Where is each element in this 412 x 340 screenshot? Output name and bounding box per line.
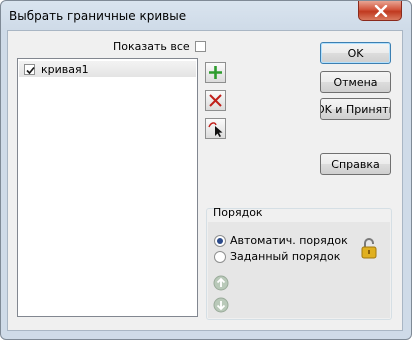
radio-auto-order-button[interactable]: [214, 234, 226, 247]
show-all-label: Показать все: [113, 40, 190, 53]
delete-curve-button[interactable]: [205, 90, 226, 111]
radio-auto-order[interactable]: Автоматич. порядок: [214, 234, 348, 247]
show-all-row[interactable]: Показать все: [113, 40, 206, 53]
curve-label: кривая1: [41, 62, 89, 76]
window-title: Выбрать граничные кривые: [9, 9, 187, 23]
show-all-checkbox[interactable]: [194, 41, 206, 52]
radio-set-order-button[interactable]: [214, 250, 226, 263]
checkmark-icon: [26, 66, 35, 74]
ok-apply-button[interactable]: OK и Принять: [320, 98, 391, 120]
move-up-button[interactable]: [213, 275, 229, 291]
plus-icon: [209, 66, 222, 79]
curve-checkbox[interactable]: [24, 63, 35, 75]
radio-set-order[interactable]: Заданный порядок: [214, 250, 340, 263]
cancel-button[interactable]: Отмена: [320, 71, 391, 93]
help-button[interactable]: Справка: [320, 153, 391, 175]
curves-listbox[interactable]: кривая1: [17, 58, 198, 317]
close-icon: [374, 5, 388, 17]
radio-auto-order-label: Автоматич. порядок: [230, 234, 348, 247]
close-button[interactable]: [358, 1, 402, 21]
ok-button[interactable]: OK: [320, 42, 391, 64]
lock-icon[interactable]: [360, 237, 378, 262]
radio-set-order-label: Заданный порядок: [230, 250, 341, 263]
list-item[interactable]: кривая1: [19, 61, 196, 77]
arrow-up-icon: [213, 275, 229, 291]
pick-curve-button[interactable]: [205, 118, 226, 139]
move-down-button[interactable]: [213, 297, 229, 313]
order-group-title: Порядок: [213, 206, 263, 219]
delete-x-icon: [209, 94, 222, 107]
pick-cursor-icon: [208, 122, 223, 137]
title-bar: Выбрать граничные кривые: [1, 1, 411, 31]
add-curve-button[interactable]: [205, 62, 226, 83]
arrow-down-icon: [213, 297, 229, 313]
